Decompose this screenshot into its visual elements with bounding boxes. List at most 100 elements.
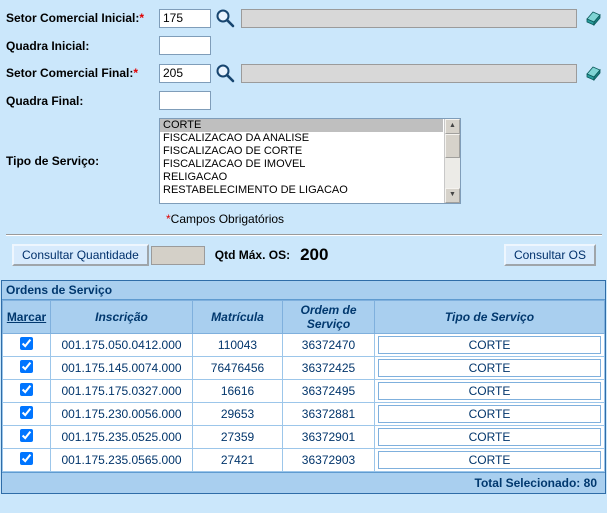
ordens-table: Marcar Inscrição Matrícula Ordem de Serv… (2, 300, 605, 472)
required-note-text: Campos Obrigatórios (171, 212, 284, 226)
row-checkbox[interactable] (20, 360, 33, 373)
table-row: 001.175.230.0056.000 29653 36372881 CORT… (3, 403, 605, 426)
row-checkbox[interactable] (20, 383, 33, 396)
tipo-servico-options: CORTE FISCALIZACAO DA ANALISE FISCALIZAC… (160, 119, 443, 197)
cell-inscricao: 001.175.175.0327.000 (51, 380, 193, 403)
required-asterisk: * (133, 66, 138, 80)
quadra-inicial-row: Quadra Inicial: (6, 36, 602, 55)
consultar-quantidade-button[interactable]: Consultar Quantidade (12, 244, 149, 266)
listbox-option-corte[interactable]: CORTE (160, 119, 443, 132)
ordens-section-title: Ordens de Serviço (2, 281, 605, 300)
cell-inscricao: 001.175.145.0074.000 (51, 357, 193, 380)
row-checkbox[interactable] (20, 452, 33, 465)
setor-final-label-text: Setor Comercial Final: (6, 66, 133, 80)
tipo-servico-row: Tipo de Serviço: CORTE FISCALIZACAO DA A… (6, 118, 602, 204)
setor-inicial-descricao-field (241, 9, 577, 28)
row-checkbox[interactable] (20, 406, 33, 419)
listbox-option-restabelecimento[interactable]: RESTABELECIMENTO DE LIGACAO (160, 184, 443, 197)
cell-marcar (3, 380, 51, 403)
marcar-toggle-all-link[interactable]: Marcar (7, 310, 46, 324)
cell-matricula: 27359 (193, 426, 283, 449)
cell-tipo: CORTE (375, 403, 605, 426)
ordens-de-servico-panel: Ordens de Serviço Marcar Inscrição Matrí… (1, 280, 606, 494)
required-fields-note: *Campos Obrigatórios (166, 212, 602, 226)
table-row: 001.175.235.0525.000 27359 36372901 CORT… (3, 426, 605, 449)
cell-ordem: 36372470 (283, 334, 375, 357)
scroll-up-icon[interactable]: ▲ (445, 119, 460, 134)
tipo-box: CORTE (378, 336, 601, 354)
header-marcar: Marcar (3, 301, 51, 334)
tipo-box: CORTE (378, 428, 601, 446)
qtd-max-value: 200 (300, 245, 328, 265)
tipo-box: CORTE (378, 405, 601, 423)
quadra-final-row: Quadra Final: (6, 91, 602, 110)
row-checkbox[interactable] (20, 337, 33, 350)
magnifier-icon (215, 8, 235, 28)
tipo-box: CORTE (378, 382, 601, 400)
row-checkbox[interactable] (20, 429, 33, 442)
eraser-icon (583, 66, 601, 81)
setor-final-input[interactable] (159, 64, 211, 83)
setor-final-clear-button[interactable] (583, 66, 601, 81)
setor-inicial-input[interactable] (159, 9, 211, 28)
cell-marcar (3, 449, 51, 472)
scrollbar-track[interactable] (445, 158, 460, 188)
cell-inscricao: 001.175.235.0525.000 (51, 426, 193, 449)
cell-marcar (3, 334, 51, 357)
setor-final-row: Setor Comercial Final:* (6, 63, 602, 83)
required-asterisk: * (139, 11, 144, 25)
scroll-down-icon[interactable]: ▼ (445, 188, 460, 203)
setor-inicial-row: Setor Comercial Inicial:* (6, 8, 602, 28)
tipo-box: CORTE (378, 451, 601, 469)
total-selecionado-bar: Total Selecionado: 80 (2, 472, 605, 493)
header-ordem-servico: Ordem de Serviço (283, 301, 375, 334)
table-header-row: Marcar Inscrição Matrícula Ordem de Serv… (3, 301, 605, 334)
qtd-max-label: Qtd Máx. OS: (215, 248, 290, 262)
header-tipo-servico: Tipo de Serviço (375, 301, 605, 334)
setor-inicial-label-text: Setor Comercial Inicial: (6, 11, 139, 25)
header-inscricao: Inscrição (51, 301, 193, 334)
cell-tipo: CORTE (375, 380, 605, 403)
table-row: 001.175.050.0412.000 110043 36372470 COR… (3, 334, 605, 357)
actions-bar: Consultar Quantidade Qtd Máx. OS: 200 Co… (6, 244, 602, 266)
search-form: Setor Comercial Inicial:* Quadra Inicial… (0, 0, 607, 266)
setor-inicial-clear-button[interactable] (583, 11, 601, 26)
cell-matricula: 16616 (193, 380, 283, 403)
tipo-servico-listbox[interactable]: CORTE FISCALIZACAO DA ANALISE FISCALIZAC… (159, 118, 461, 204)
quadra-inicial-label: Quadra Inicial: (6, 39, 159, 53)
consultar-os-button[interactable]: Consultar OS (504, 244, 596, 266)
cell-ordem: 36372495 (283, 380, 375, 403)
quantidade-disabled-field (151, 246, 205, 265)
cell-matricula: 27421 (193, 449, 283, 472)
cell-tipo: CORTE (375, 449, 605, 472)
table-row: 001.175.145.0074.000 76476456 36372425 C… (3, 357, 605, 380)
listbox-option-fiscalizacao-analise[interactable]: FISCALIZACAO DA ANALISE (160, 132, 443, 145)
table-row: 001.175.175.0327.000 16616 36372495 CORT… (3, 380, 605, 403)
cell-matricula: 29653 (193, 403, 283, 426)
cell-tipo: CORTE (375, 334, 605, 357)
listbox-scrollbar[interactable]: ▲ ▼ (444, 119, 460, 203)
quadra-final-input[interactable] (159, 91, 211, 110)
listbox-option-fiscalizacao-imovel[interactable]: FISCALIZACAO DE IMOVEL (160, 158, 443, 171)
quadra-inicial-input[interactable] (159, 36, 211, 55)
cell-ordem: 36372903 (283, 449, 375, 472)
cell-ordem: 36372881 (283, 403, 375, 426)
cell-ordem: 36372901 (283, 426, 375, 449)
cell-marcar (3, 357, 51, 380)
cell-matricula: 76476456 (193, 357, 283, 380)
scrollbar-thumb[interactable] (445, 134, 460, 158)
tipo-servico-label: Tipo de Serviço: (6, 154, 159, 168)
cell-tipo: CORTE (375, 357, 605, 380)
setor-final-lookup-button[interactable] (215, 63, 235, 83)
setor-inicial-label: Setor Comercial Inicial:* (6, 11, 159, 25)
listbox-option-fiscalizacao-corte[interactable]: FISCALIZACAO DE CORTE (160, 145, 443, 158)
listbox-option-religacao[interactable]: RELIGACAO (160, 171, 443, 184)
cell-marcar (3, 426, 51, 449)
setor-inicial-lookup-button[interactable] (215, 8, 235, 28)
setor-final-label: Setor Comercial Final:* (6, 66, 159, 80)
separator-line (6, 234, 602, 236)
cell-ordem: 36372425 (283, 357, 375, 380)
header-matricula: Matrícula (193, 301, 283, 334)
cell-matricula: 110043 (193, 334, 283, 357)
tipo-box: CORTE (378, 359, 601, 377)
